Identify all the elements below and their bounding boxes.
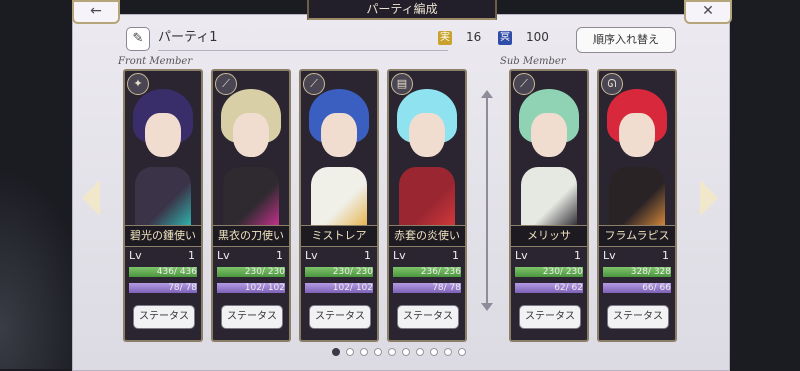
weapon-type-icon: ✦ (127, 73, 149, 95)
page-indicator (332, 348, 472, 356)
pencil-icon[interactable]: ✎ (126, 27, 150, 51)
page-dot[interactable] (458, 348, 466, 356)
member-card[interactable]: ▤ 赤套の炎使い Lv 1 236/ 236 78/ 78 ステータス (387, 69, 467, 342)
mp-bar: 78/ 78 (393, 283, 461, 293)
level-value: 1 (188, 249, 195, 262)
hp-bar: 236/ 236 (393, 267, 461, 277)
weapon-type-icon: ⟋ (303, 73, 325, 95)
back-button[interactable]: ← (72, 0, 120, 24)
weapon-type-icon: ▤ (391, 73, 413, 95)
weapon-type-icon: ᘏ (601, 73, 623, 95)
member-card[interactable]: ᘏ フラムラピス Lv 1 328/ 328 66/ 66 ステータス (597, 69, 677, 342)
page-dot[interactable] (416, 348, 424, 356)
level-value: 1 (574, 249, 581, 262)
stat-group-2: 冥 100 (498, 30, 549, 45)
level-value: 1 (364, 249, 371, 262)
level-value: 1 (662, 249, 669, 262)
status-button[interactable]: ステータス (397, 305, 459, 329)
close-icon: ✕ (702, 3, 714, 19)
member-cards: ✦ 碧光の鍾使い Lv 1 436/ 436 78/ 78 ステータス ⟋ 黒衣の刀使い Lv 1 2… (0, 69, 800, 344)
hp-bar: 230/ 230 (515, 267, 583, 277)
stat2-icon: 冥 (498, 30, 512, 45)
page-dot[interactable] (360, 348, 368, 356)
party-name[interactable]: パーティ1 (158, 26, 448, 51)
level-row: Lv 1 (217, 249, 283, 262)
character-name: フラムラピス (599, 225, 675, 247)
level-row: Lv 1 (305, 249, 371, 262)
status-button[interactable]: ステータス (607, 305, 669, 329)
member-card[interactable]: ✦ 碧光の鍾使い Lv 1 436/ 436 78/ 78 ステータス (123, 69, 203, 342)
page-dot[interactable] (388, 348, 396, 356)
stat1-icon: 実 (438, 30, 452, 45)
status-button[interactable]: ステータス (221, 305, 283, 329)
hp-bar: 230/ 230 (305, 267, 373, 277)
sub-member-label: Sub Member (500, 56, 566, 67)
character-name: 赤套の炎使い (389, 225, 465, 247)
stat2-value: 100 (526, 30, 549, 44)
mp-bar: 78/ 78 (129, 283, 197, 293)
mp-bar: 102/ 102 (305, 283, 373, 293)
page-dot[interactable] (444, 348, 452, 356)
character-name: 黒衣の刀使い (213, 225, 289, 247)
member-card[interactable]: ⟋ 黒衣の刀使い Lv 1 230/ 230 102/ 102 ステータス (211, 69, 291, 342)
close-button[interactable]: ✕ (684, 0, 732, 24)
mp-bar: 62/ 62 (515, 283, 583, 293)
stat-group-1: 実 16 (438, 30, 481, 45)
mp-bar: 102/ 102 (217, 283, 285, 293)
reorder-button[interactable]: 順序入れ替え (576, 27, 676, 53)
weapon-type-icon: ⟋ (215, 73, 237, 95)
character-name: メリッサ (511, 225, 587, 247)
back-arrow-icon: ← (90, 3, 102, 19)
page-dot[interactable] (374, 348, 382, 356)
hp-bar: 230/ 230 (217, 267, 285, 277)
level-value: 1 (276, 249, 283, 262)
page-dot[interactable] (402, 348, 410, 356)
status-button[interactable]: ステータス (133, 305, 195, 329)
level-row: Lv 1 (603, 249, 669, 262)
page-dot[interactable] (430, 348, 438, 356)
page-dot[interactable] (346, 348, 354, 356)
level-row: Lv 1 (129, 249, 195, 262)
character-name: ミストレア (301, 225, 377, 247)
level-row: Lv 1 (393, 249, 459, 262)
level-value: 1 (452, 249, 459, 262)
status-button[interactable]: ステータス (519, 305, 581, 329)
mp-bar: 66/ 66 (603, 283, 671, 293)
stat1-value: 16 (466, 30, 482, 44)
hp-bar: 436/ 436 (129, 267, 197, 277)
member-card[interactable]: ⟋ メリッサ Lv 1 230/ 230 62/ 62 ステータス (509, 69, 589, 342)
member-card[interactable]: ⟋ ミストレア Lv 1 230/ 230 102/ 102 ステータス (299, 69, 379, 342)
character-name: 碧光の鍾使い (125, 225, 201, 247)
status-button[interactable]: ステータス (309, 305, 371, 329)
screen-title: パーティ編成 (307, 0, 497, 20)
hp-bar: 328/ 328 (603, 267, 671, 277)
front-member-label: Front Member (118, 56, 193, 67)
level-row: Lv 1 (515, 249, 581, 262)
weapon-type-icon: ⟋ (513, 73, 535, 95)
page-dot[interactable] (332, 348, 340, 356)
